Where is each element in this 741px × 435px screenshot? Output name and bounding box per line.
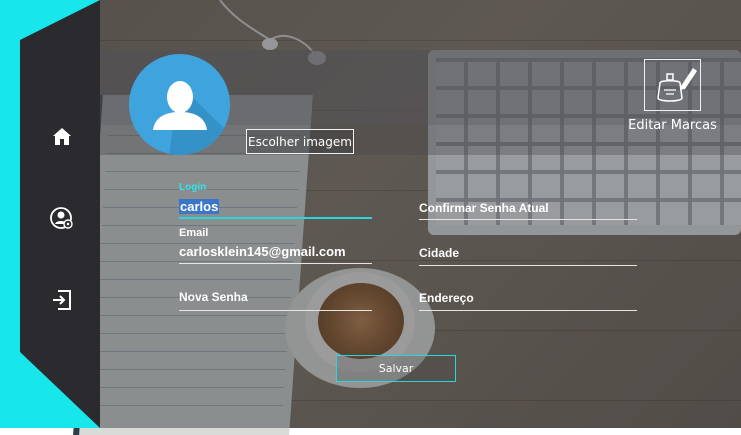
confirm-password-input[interactable]: Confirmar Senha Atual bbox=[419, 201, 549, 215]
avatar[interactable] bbox=[129, 54, 230, 155]
save-button[interactable]: Salvar bbox=[336, 355, 456, 382]
address-input[interactable]: Endereço bbox=[419, 291, 474, 305]
email-input[interactable]: carlosklein145@gmail.com bbox=[179, 244, 346, 259]
new-password-input[interactable]: Nova Senha bbox=[179, 290, 248, 304]
login-underline bbox=[179, 217, 372, 219]
perfume-edit-icon bbox=[657, 68, 697, 102]
logout-icon bbox=[53, 290, 71, 310]
address-underline bbox=[419, 310, 637, 311]
user-avatar-icon bbox=[153, 81, 230, 155]
edit-brands-icon-frame bbox=[644, 59, 701, 111]
email-field[interactable]: Email carlosklein145@gmail.com bbox=[179, 227, 372, 267]
city-underline bbox=[419, 265, 637, 266]
profile-settings-button[interactable] bbox=[48, 204, 76, 232]
login-field[interactable]: Login carlos bbox=[179, 182, 372, 222]
new-password-underline bbox=[179, 310, 372, 311]
login-label: Login bbox=[179, 182, 207, 193]
confirm-password-field[interactable]: Confirmar Senha Atual bbox=[419, 201, 637, 225]
login-input[interactable]: carlos bbox=[179, 199, 220, 214]
logout-button[interactable] bbox=[48, 286, 76, 314]
city-input[interactable]: Cidade bbox=[419, 246, 459, 260]
edit-brands-button[interactable]: Editar Marcas bbox=[626, 58, 726, 138]
city-field[interactable]: Cidade bbox=[419, 246, 637, 270]
home-icon bbox=[53, 128, 71, 145]
home-button[interactable] bbox=[48, 123, 76, 151]
email-underline bbox=[179, 263, 372, 264]
choose-image-button[interactable]: Escolher imagem bbox=[246, 129, 354, 154]
user-settings-icon bbox=[50, 207, 73, 229]
new-password-field[interactable]: Nova Senha bbox=[179, 290, 372, 314]
edit-brands-label: Editar Marcas bbox=[628, 118, 717, 133]
email-label: Email bbox=[179, 227, 209, 239]
confirm-password-underline bbox=[419, 219, 637, 220]
address-field[interactable]: Endereço bbox=[419, 291, 637, 315]
